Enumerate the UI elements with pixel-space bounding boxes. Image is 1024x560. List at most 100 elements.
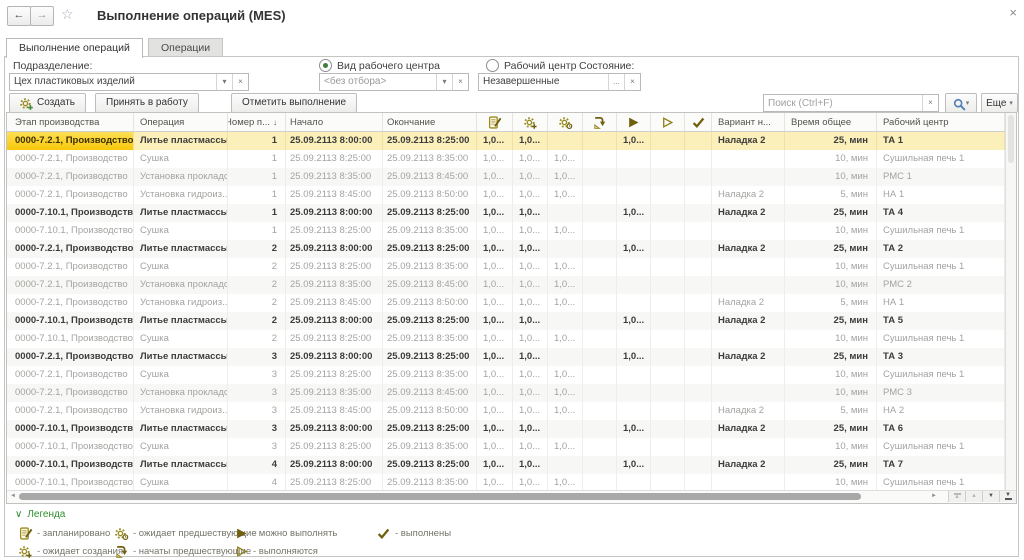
table-row[interactable]: 0000-7.10.1, ПроизводствоЛитье пластмасс… bbox=[7, 420, 1005, 438]
cell-variant[interactable] bbox=[712, 258, 785, 276]
cell-operation[interactable]: Литье пластмассы bbox=[134, 420, 228, 438]
cell-start[interactable]: 25.09.2113 8:35:00 bbox=[286, 168, 383, 186]
cell-stage[interactable]: 0000-7.2.1, Производство bbox=[7, 384, 134, 402]
cell-start[interactable]: 25.09.2113 8:25:00 bbox=[286, 222, 383, 240]
cell-planned[interactable]: 1,0... bbox=[477, 204, 513, 222]
cell-operation[interactable]: Литье пластмассы bbox=[134, 240, 228, 258]
cell-workcenter[interactable]: РМС 1 bbox=[877, 168, 1005, 186]
clear-icon[interactable]: × bbox=[624, 74, 640, 90]
cell-wait-create[interactable]: 1,0... bbox=[513, 240, 548, 258]
cell-number[interactable]: 3 bbox=[228, 438, 286, 456]
cell-start[interactable]: 25.09.2113 8:00:00 bbox=[286, 420, 383, 438]
cell-wait-pred[interactable] bbox=[548, 240, 583, 258]
cell-time[interactable]: 25, мин bbox=[785, 204, 877, 222]
cell-start[interactable]: 25.09.2113 8:00:00 bbox=[286, 132, 383, 150]
cell-operation[interactable]: Сушка bbox=[134, 150, 228, 168]
cell-wait-pred[interactable]: 1,0... bbox=[548, 384, 583, 402]
cell-end[interactable]: 25.09.2113 8:25:00 bbox=[383, 420, 477, 438]
cell-wait-pred[interactable] bbox=[548, 312, 583, 330]
cell-operation[interactable]: Литье пластмассы bbox=[134, 312, 228, 330]
cell-operation[interactable]: Сушка bbox=[134, 330, 228, 348]
cell-planned[interactable]: 1,0... bbox=[477, 150, 513, 168]
cell-start[interactable]: 25.09.2113 8:25:00 bbox=[286, 150, 383, 168]
cell-wait-pred[interactable] bbox=[548, 348, 583, 366]
scroll-left-icon[interactable]: ◄ bbox=[10, 493, 16, 499]
cell-workcenter[interactable]: Сушильная печь 1 bbox=[877, 366, 1005, 384]
create-button[interactable]: Создать bbox=[9, 93, 86, 113]
cell-workcenter[interactable]: НА 2 bbox=[877, 402, 1005, 420]
cell-end[interactable]: 25.09.2113 8:25:00 bbox=[383, 132, 477, 150]
cell-time[interactable]: 10, мин bbox=[785, 384, 877, 402]
cell-time[interactable]: 10, мин bbox=[785, 330, 877, 348]
cell-start[interactable]: 25.09.2113 8:25:00 bbox=[286, 330, 383, 348]
cell-time[interactable]: 25, мин bbox=[785, 420, 877, 438]
cell-stage[interactable]: 0000-7.10.1, Производство bbox=[7, 330, 134, 348]
cell-executing[interactable] bbox=[651, 366, 685, 384]
department-field[interactable]: Цех пластиковых изделий ▾ × bbox=[9, 73, 249, 91]
cell-executing[interactable] bbox=[651, 186, 685, 204]
cell-started-pred[interactable] bbox=[583, 168, 617, 186]
cell-planned[interactable]: 1,0... bbox=[477, 438, 513, 456]
cell-number[interactable]: 3 bbox=[228, 402, 286, 420]
cell-wait-create[interactable]: 1,0... bbox=[513, 168, 548, 186]
cell-workcenter[interactable]: Сушильная печь 1 bbox=[877, 150, 1005, 168]
cell-planned[interactable]: 1,0... bbox=[477, 294, 513, 312]
cell-done[interactable] bbox=[685, 420, 712, 438]
scroll-right-icon[interactable]: ► bbox=[931, 493, 937, 499]
cell-operation[interactable]: Литье пластмассы bbox=[134, 204, 228, 222]
cell-operation[interactable]: Установка прокладок bbox=[134, 168, 228, 186]
cell-operation[interactable]: Сушка bbox=[134, 366, 228, 384]
table-row[interactable]: 0000-7.2.1, ПроизводствоЛитье пластмассы… bbox=[7, 132, 1005, 150]
cell-started-pred[interactable] bbox=[583, 150, 617, 168]
cell-number[interactable]: 2 bbox=[228, 276, 286, 294]
cell-start[interactable]: 25.09.2113 8:35:00 bbox=[286, 276, 383, 294]
cell-end[interactable]: 25.09.2113 8:50:00 bbox=[383, 294, 477, 312]
cell-variant[interactable]: Наладка 2 bbox=[712, 294, 785, 312]
cell-workcenter[interactable]: Сушильная печь 1 bbox=[877, 438, 1005, 456]
cell-wait-create[interactable]: 1,0... bbox=[513, 456, 548, 474]
cell-operation[interactable]: Установка гидроиз... bbox=[134, 186, 228, 204]
cell-wait-create[interactable]: 1,0... bbox=[513, 384, 548, 402]
col-planned[interactable] bbox=[477, 113, 513, 131]
tab-operations[interactable]: Операции bbox=[148, 38, 223, 57]
vertical-scrollbar-thumb[interactable] bbox=[1008, 115, 1014, 163]
cell-executing[interactable] bbox=[651, 294, 685, 312]
cell-planned[interactable]: 1,0... bbox=[477, 402, 513, 420]
col-time[interactable]: Время общее bbox=[785, 113, 877, 131]
cell-end[interactable]: 25.09.2113 8:35:00 bbox=[383, 438, 477, 456]
cell-stage[interactable]: 0000-7.2.1, Производство bbox=[7, 258, 134, 276]
cell-operation[interactable]: Установка гидроиз... bbox=[134, 294, 228, 312]
col-workcenter[interactable]: Рабочий центр bbox=[877, 113, 1005, 131]
cell-can-exec[interactable] bbox=[617, 330, 651, 348]
state-field[interactable]: Незавершенные ... × bbox=[478, 73, 641, 91]
cell-workcenter[interactable]: Сушильная печь 1 bbox=[877, 330, 1005, 348]
table-row[interactable]: 0000-7.2.1, ПроизводствоСушка125.09.2113… bbox=[7, 150, 1005, 168]
cell-end[interactable]: 25.09.2113 8:45:00 bbox=[383, 276, 477, 294]
cell-started-pred[interactable] bbox=[583, 240, 617, 258]
cell-planned[interactable]: 1,0... bbox=[477, 366, 513, 384]
chevron-down-icon[interactable]: ▾ bbox=[216, 74, 232, 90]
col-variant[interactable]: Вариант н... bbox=[712, 113, 785, 131]
cell-started-pred[interactable] bbox=[583, 384, 617, 402]
radio-workcenter[interactable]: Рабочий центр bbox=[486, 59, 576, 72]
cell-wait-pred[interactable] bbox=[548, 204, 583, 222]
cell-start[interactable]: 25.09.2113 8:45:00 bbox=[286, 294, 383, 312]
clear-icon[interactable]: × bbox=[232, 74, 248, 90]
cell-stage[interactable]: 0000-7.10.1, Производство bbox=[7, 222, 134, 240]
cell-can-exec[interactable] bbox=[617, 222, 651, 240]
cell-variant[interactable]: Наладка 2 bbox=[712, 312, 785, 330]
table-row[interactable]: 0000-7.2.1, ПроизводствоСушка325.09.2113… bbox=[7, 366, 1005, 384]
cell-operation[interactable]: Установка прокладок bbox=[134, 276, 228, 294]
cell-executing[interactable] bbox=[651, 438, 685, 456]
cell-wait-create[interactable]: 1,0... bbox=[513, 294, 548, 312]
cell-executing[interactable] bbox=[651, 168, 685, 186]
cell-executing[interactable] bbox=[651, 132, 685, 150]
col-can-exec[interactable] bbox=[617, 113, 651, 131]
cell-done[interactable] bbox=[685, 384, 712, 402]
cell-variant[interactable] bbox=[712, 366, 785, 384]
cell-variant[interactable]: Наладка 2 bbox=[712, 132, 785, 150]
cell-start[interactable]: 25.09.2113 8:45:00 bbox=[286, 186, 383, 204]
cell-started-pred[interactable] bbox=[583, 222, 617, 240]
col-done[interactable] bbox=[685, 113, 712, 131]
cell-wait-create[interactable]: 1,0... bbox=[513, 186, 548, 204]
